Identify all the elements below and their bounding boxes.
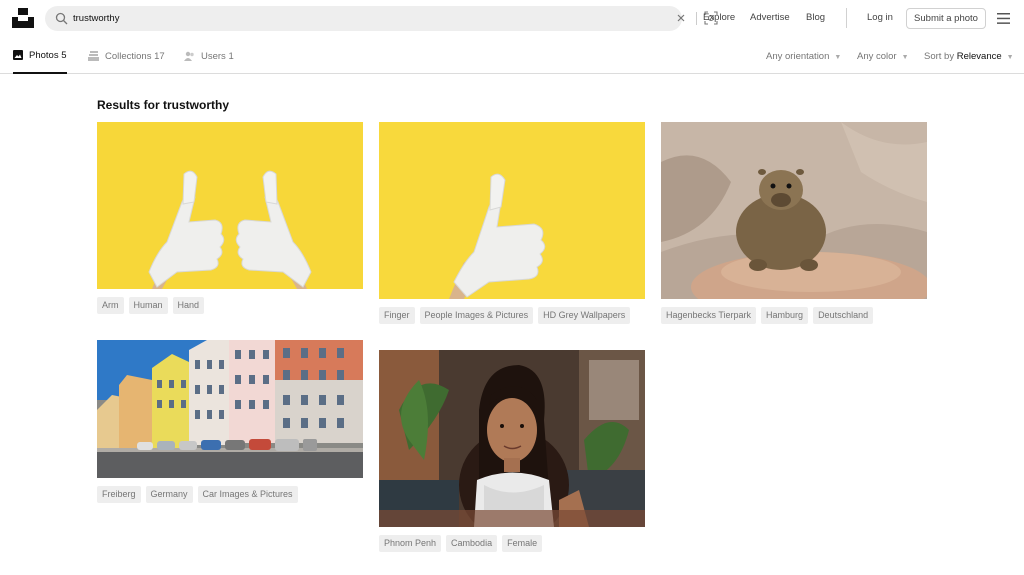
tab-photos-label: Photos 5 (29, 49, 67, 61)
photo-thumbs-up-two-image (97, 122, 363, 289)
tag[interactable]: Car Images & Pictures (197, 486, 298, 503)
photo-street-houses-image (97, 340, 363, 478)
photo-thumbs-up-two[interactable] (97, 122, 363, 289)
orientation-filter[interactable]: Any orientation ▼ (766, 51, 841, 62)
photo-icon (13, 50, 23, 60)
photo-4-tags: Freiberg Germany Car Images & Pictures (97, 486, 298, 503)
search-tabs-bar: Photos 5 Collections 17 Users 1 Any orie… (0, 38, 1024, 74)
tag[interactable]: Human (128, 297, 168, 314)
tag[interactable]: Hand (172, 297, 205, 314)
login-link[interactable]: Log in (867, 12, 893, 23)
photo-woman[interactable] (379, 350, 645, 527)
hamburger-menu-icon[interactable] (997, 13, 1010, 24)
nav-blog-link[interactable]: Blog (806, 12, 825, 23)
search-icon[interactable] (55, 12, 68, 25)
sort-filter[interactable]: Sort by Relevance ▼ (924, 51, 1014, 62)
search-divider (696, 12, 697, 25)
photo-2-tags: Finger People Images & Pictures HD Grey … (379, 307, 631, 324)
submit-photo-button[interactable]: Submit a photo (906, 8, 986, 29)
photo-hyrax-image (661, 122, 927, 299)
nav-divider (846, 8, 847, 28)
photo-hyrax[interactable] (661, 122, 927, 299)
tab-collections-label: Collections 17 (105, 50, 165, 62)
tab-collections[interactable]: Collections 17 (88, 38, 165, 74)
nav-explore-link[interactable]: Explore (703, 12, 735, 23)
tag[interactable]: Cambodia (446, 535, 498, 552)
tag[interactable]: Phnom Penh (379, 535, 442, 552)
photo-thumb-up-image (379, 122, 645, 299)
chevron-down-icon: ▼ (1006, 54, 1014, 61)
color-filter-label: Any color (857, 51, 897, 62)
sort-prefix: Sort by (924, 51, 955, 62)
tab-users[interactable]: Users 1 (184, 38, 234, 74)
unsplash-logo[interactable] (12, 8, 34, 28)
tag[interactable]: Freiberg (97, 486, 141, 503)
tab-users-label: Users 1 (201, 50, 234, 62)
tag[interactable]: People Images & Pictures (419, 307, 534, 324)
tag[interactable]: Germany (145, 486, 193, 503)
photo-woman-image (379, 350, 645, 527)
nav-advertise-link[interactable]: Advertise (750, 12, 790, 23)
photo-3-tags: Hagenbecks Tierpark Hamburg Deutschland (661, 307, 874, 324)
tag[interactable]: HD Grey Wallpapers (538, 307, 631, 324)
color-filter[interactable]: Any color ▼ (857, 51, 909, 62)
tab-photos[interactable]: Photos 5 (13, 38, 67, 74)
search-bar (45, 6, 718, 31)
photo-1-tags: Arm Human Hand (97, 297, 205, 314)
tag[interactable]: Female (502, 535, 543, 552)
tag[interactable]: Hagenbecks Tierpark (661, 307, 757, 324)
sort-value: Relevance (956, 51, 1002, 62)
photo-thumb-up[interactable] (379, 122, 645, 299)
clear-search-icon[interactable] (674, 11, 688, 25)
photo-5-tags: Phnom Penh Cambodia Female (379, 535, 543, 552)
tag[interactable]: Deutschland (813, 307, 874, 324)
chevron-down-icon: ▼ (834, 54, 842, 61)
search-input[interactable] (73, 9, 633, 28)
results-title: Results for trustworthy (97, 98, 230, 112)
chevron-down-icon: ▼ (901, 54, 909, 61)
orientation-filter-label: Any orientation (766, 51, 830, 62)
collections-icon (88, 51, 99, 61)
tag[interactable]: Arm (97, 297, 124, 314)
top-navigation-bar: Explore Advertise Blog Log in Submit a p… (0, 0, 1024, 38)
photo-street-houses[interactable] (97, 340, 363, 478)
tag[interactable]: Hamburg (761, 307, 809, 324)
users-icon (184, 51, 194, 61)
tag[interactable]: Finger (379, 307, 415, 324)
